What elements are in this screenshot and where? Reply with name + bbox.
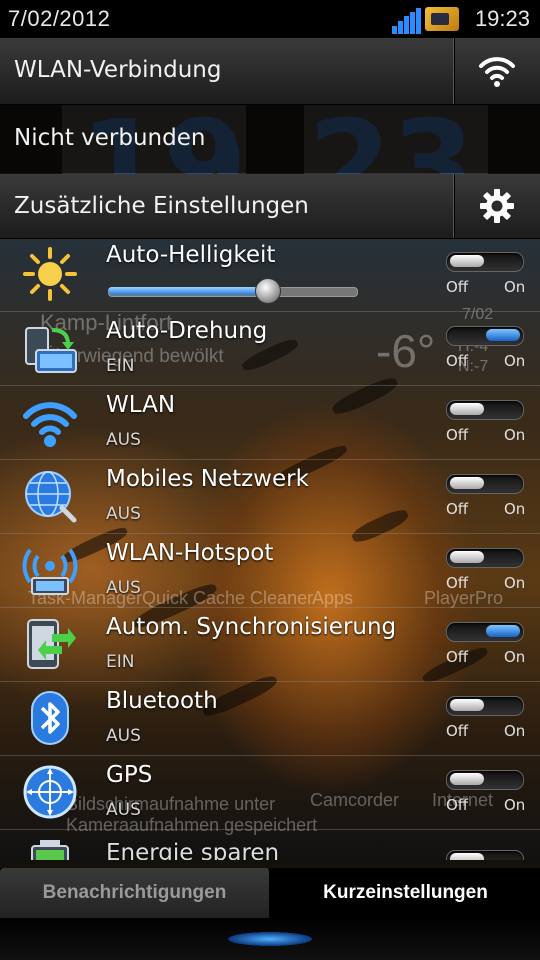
toggle-wlan[interactable] [446, 400, 524, 420]
header-divider [453, 174, 454, 238]
row-title: Energie sparen [106, 840, 280, 860]
toggle-off-label: Off [446, 426, 469, 444]
row-bluetooth[interactable]: Bluetooth AUS Off On [0, 682, 540, 756]
toggle-on-label: On [504, 796, 526, 814]
signal-strength-icon [392, 8, 422, 34]
toggle-wlan-hotspot[interactable] [446, 548, 524, 568]
toggle-on-label: On [504, 426, 526, 444]
row-gps[interactable]: GPS AUS Off On [0, 756, 540, 830]
toggle-power-saving[interactable] [446, 850, 524, 860]
extra-settings-header[interactable]: Zusätzliche Einstellungen [0, 174, 540, 239]
row-title: Auto-Helligkeit [106, 242, 276, 268]
toggle-on-label: On [504, 722, 526, 740]
row-title: Bluetooth [106, 688, 218, 714]
toggle-on-label: On [504, 500, 526, 518]
brightness-slider[interactable] [108, 278, 358, 304]
row-mobile-network[interactable]: Mobiles Netzwerk AUS Off On [0, 460, 540, 534]
tab-notifications[interactable]: Benachrichtigungen [0, 868, 271, 918]
row-status: EIN [106, 356, 135, 376]
panel-close-handle[interactable] [0, 918, 540, 960]
hotspot-icon [22, 548, 78, 595]
row-wlan-hotspot[interactable]: WLAN-Hotspot AUS Off On [0, 534, 540, 608]
toggle-off-label: Off [446, 648, 469, 666]
notification-app-icon [425, 7, 459, 31]
row-status: AUS [106, 726, 141, 746]
toggle-on-label: On [504, 352, 526, 370]
row-status: AUS [106, 800, 141, 820]
status-time: 19:23 [474, 6, 530, 31]
tab-quick-settings[interactable]: Kurzeinstellungen [271, 868, 540, 918]
row-power-saving[interactable]: Energie sparen [0, 830, 540, 860]
toggle-mobile-network[interactable] [446, 474, 524, 494]
row-title: Auto-Drehung [106, 318, 268, 344]
wifi-settings-icon[interactable] [478, 54, 516, 88]
gps-icon [23, 765, 77, 819]
gear-icon[interactable] [479, 188, 515, 224]
drag-handle-icon[interactable] [228, 932, 312, 946]
toggle-off-label: Off [446, 278, 469, 296]
toggle-off-label: Off [446, 796, 469, 814]
header-divider [453, 38, 454, 104]
toggle-off-label: Off [446, 352, 469, 370]
slider-fill [108, 287, 267, 295]
sun-icon [23, 247, 77, 301]
bluetooth-icon [31, 691, 69, 745]
toggle-off-label: Off [446, 722, 469, 740]
row-title: WLAN [106, 392, 176, 418]
status-date: 7/02/2012 [8, 6, 111, 31]
row-auto-brightness[interactable]: Auto-Helligkeit Off On [0, 238, 540, 312]
extra-settings-label: Zusätzliche Einstellungen [14, 193, 309, 219]
wlan-connection-label: WLAN-Verbindung [14, 57, 222, 83]
toggle-auto-rotate[interactable] [446, 326, 524, 346]
row-title: WLAN-Hotspot [106, 540, 274, 566]
toggle-off-label: Off [446, 574, 469, 592]
toggle-gps[interactable] [446, 770, 524, 790]
row-status: AUS [106, 504, 141, 524]
rotate-screen-icon [25, 327, 77, 373]
row-title: Mobiles Netzwerk [106, 466, 309, 492]
battery-icon [31, 840, 69, 860]
toggle-on-label: On [504, 648, 526, 666]
panel-tabs: Benachrichtigungen Kurzeinstellungen [0, 868, 540, 918]
globe-network-icon [25, 471, 77, 523]
toggle-off-label: Off [446, 500, 469, 518]
row-title: Autom. Synchronisierung [106, 614, 397, 640]
row-title: GPS [106, 762, 153, 788]
wlan-status-row: Nicht verbunden [0, 105, 540, 173]
toggle-auto-brightness[interactable] [446, 252, 524, 272]
slider-thumb[interactable] [255, 278, 281, 304]
row-auto-sync[interactable]: Autom. Synchronisierung EIN Off On [0, 608, 540, 682]
wifi-icon [23, 402, 77, 447]
row-status: AUS [106, 578, 141, 598]
row-wlan[interactable]: WLAN AUS Off On [0, 386, 540, 460]
status-bar: 7/02/2012 19:23 [0, 0, 540, 38]
row-auto-rotate[interactable]: Auto-Drehung EIN Off On [0, 312, 540, 386]
toggle-on-label: On [504, 278, 526, 296]
toggle-on-label: On [504, 574, 526, 592]
row-status: EIN [106, 652, 135, 672]
wlan-connection-header[interactable]: WLAN-Verbindung [0, 38, 540, 105]
quick-settings-list[interactable]: Auto-Helligkeit Off On Auto-Drehung EIN … [0, 238, 540, 860]
wlan-status-text: Nicht verbunden [14, 125, 206, 151]
row-status: AUS [106, 430, 141, 450]
sync-icon [27, 619, 76, 669]
toggle-auto-sync[interactable] [446, 622, 524, 642]
toggle-bluetooth[interactable] [446, 696, 524, 716]
